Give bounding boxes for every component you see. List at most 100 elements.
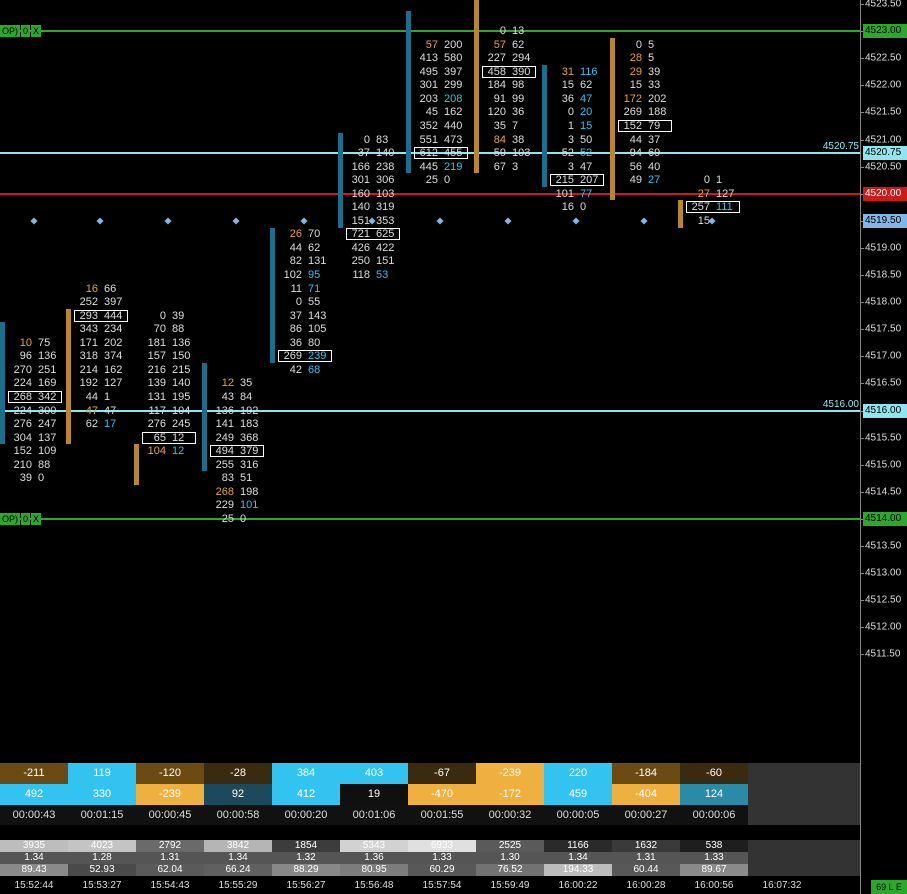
- ask-volume-cell: 316: [240, 458, 259, 471]
- cumulative-delta-cell: -470: [408, 784, 476, 805]
- ask-volume-cell: 140: [172, 377, 191, 390]
- footprint-volume-bar: [134, 444, 139, 486]
- ask-volume-cell: 137: [38, 431, 57, 444]
- axis-tick-label: 4522.50: [865, 52, 902, 64]
- bid-volume-cell: 343: [79, 323, 98, 336]
- cumulative-delta-cell: 459: [544, 784, 612, 805]
- axis-tickmark: [861, 654, 864, 656]
- ask-volume-cell: 390: [512, 65, 531, 78]
- order-tag-part[interactable]: X: [31, 512, 42, 525]
- bid-volume-cell: 15: [561, 79, 574, 92]
- ask-volume-cell: 38: [512, 133, 525, 146]
- bid-volume-cell: 0: [567, 106, 574, 119]
- vwap-marker: [30, 217, 38, 225]
- bid-volume-cell: 42: [289, 363, 302, 376]
- time-label: 16:00:56: [694, 880, 734, 891]
- ratio-cell: 1.34: [204, 852, 272, 864]
- time-label: 15:56:27: [286, 880, 326, 891]
- order-limit-tag[interactable]: OP) 0 X: [0, 25, 42, 38]
- bid-volume-cell: 250: [351, 255, 370, 268]
- ask-volume-cell: 98: [512, 79, 525, 92]
- delta-cell: 119: [68, 763, 136, 784]
- order-tag-part[interactable]: OP): [0, 25, 21, 38]
- order-limit-tag[interactable]: OP) 0 X: [0, 512, 42, 525]
- ask-volume-cell: 83: [376, 133, 389, 146]
- ratio-cell: 1.30: [476, 852, 544, 864]
- order-tag-part[interactable]: OP): [0, 512, 21, 525]
- bid-volume-cell: 102: [283, 269, 302, 281]
- delta-cell: 403: [340, 763, 408, 784]
- order-tag-part[interactable]: X: [31, 25, 42, 38]
- ask-volume-cell: 71: [308, 282, 321, 295]
- bid-volume-cell: 214: [79, 363, 98, 376]
- axis-tickmark: [861, 4, 864, 5]
- order-tag-part[interactable]: 0: [21, 25, 31, 38]
- bid-volume-cell: 43: [221, 390, 234, 403]
- ask-volume-cell: 188: [648, 106, 667, 119]
- footprint-chart[interactable]: 4520.75 4516.00 OP) 0 X OP) 0 X 10 75 96 136 270 251 2…: [0, 0, 860, 760]
- bid-volume-cell: 0: [703, 174, 710, 187]
- axis-tick-label: 4516.50: [865, 377, 902, 389]
- ask-volume-cell: 245: [172, 418, 191, 431]
- axis-price-tag: 4523.00: [863, 24, 907, 39]
- speed-cell: 60.44: [612, 864, 680, 876]
- bid-volume-cell: 37: [289, 309, 302, 322]
- bid-volume-cell: 210: [13, 458, 32, 471]
- axis-tick-label: 4515.00: [865, 459, 902, 471]
- bid-volume-cell: 171: [79, 336, 98, 349]
- ask-volume-cell: 183: [240, 418, 259, 431]
- ask-volume-cell: 625: [376, 228, 395, 241]
- ask-volume-cell: 53: [376, 269, 389, 281]
- time-label: 16:00:22: [558, 880, 598, 891]
- bid-volume-cell: 57: [493, 38, 506, 51]
- bid-volume-cell: 12: [221, 377, 234, 390]
- ask-volume-cell: 368: [240, 431, 259, 444]
- axis-tickmark: [861, 85, 864, 87]
- ask-volume-cell: 1: [716, 174, 723, 187]
- ask-volume-cell: 127: [716, 187, 735, 200]
- bid-volume-cell: 44: [85, 390, 98, 403]
- bid-volume-cell: 192: [79, 377, 98, 390]
- axis-tickmark: [861, 247, 864, 249]
- bid-volume-cell: 215: [555, 174, 574, 187]
- bid-volume-cell: 494: [215, 445, 234, 458]
- bid-volume-cell: 10: [19, 336, 32, 349]
- bid-volume-cell: 551: [419, 133, 438, 146]
- ask-volume-cell: 151: [376, 255, 395, 268]
- delta-cell: -184: [612, 763, 680, 784]
- order-tag-part[interactable]: 0: [21, 512, 31, 525]
- axis-tickmark: [861, 627, 864, 629]
- bid-volume-cell: 0: [363, 133, 370, 146]
- axis-tick-label: 4518.50: [865, 269, 902, 281]
- bid-volume-cell: 612: [419, 147, 438, 160]
- bid-volume-cell: 141: [215, 418, 234, 431]
- ask-volume-cell: 62: [512, 38, 525, 51]
- time-label: 15:56:48: [354, 880, 394, 891]
- ask-volume-cell: 136: [172, 336, 191, 349]
- axis-tickmark: [861, 546, 864, 547]
- ask-volume-cell: 397: [104, 296, 123, 309]
- ask-volume-cell: 35: [240, 377, 253, 390]
- volume-cell: 1166: [544, 840, 612, 852]
- ask-volume-cell: 37: [648, 133, 661, 146]
- speed-cell: 62.04: [136, 864, 204, 876]
- ask-volume-cell: 36: [512, 106, 525, 119]
- volume-cell: 4023: [68, 840, 136, 852]
- ask-volume-cell: 150: [172, 350, 191, 363]
- price-axis[interactable]: 4523.50 4523.00 4522.50 4522.00 4521.50 4521.…: [860, 0, 907, 894]
- ask-volume-cell: 353: [376, 214, 395, 227]
- duration-cell: 00:00:58: [204, 805, 272, 825]
- stats-filler: [748, 864, 860, 876]
- bid-volume-cell: 495: [419, 65, 438, 78]
- axis-tick-label: 4512.00: [865, 621, 902, 633]
- bid-volume-cell: 62: [85, 418, 98, 431]
- ask-volume-cell: 219: [444, 160, 463, 173]
- stats-filler: [748, 784, 860, 805]
- footprint-volume-bar: [406, 10, 411, 174]
- bid-volume-cell: 36: [289, 336, 302, 349]
- delta-cell: 220: [544, 763, 612, 784]
- bid-volume-cell: 27: [697, 187, 710, 200]
- cumulative-delta-cell: 19: [340, 784, 408, 805]
- ratio-cell: 1.32: [272, 852, 340, 864]
- ratio-cell: 1.36: [340, 852, 408, 864]
